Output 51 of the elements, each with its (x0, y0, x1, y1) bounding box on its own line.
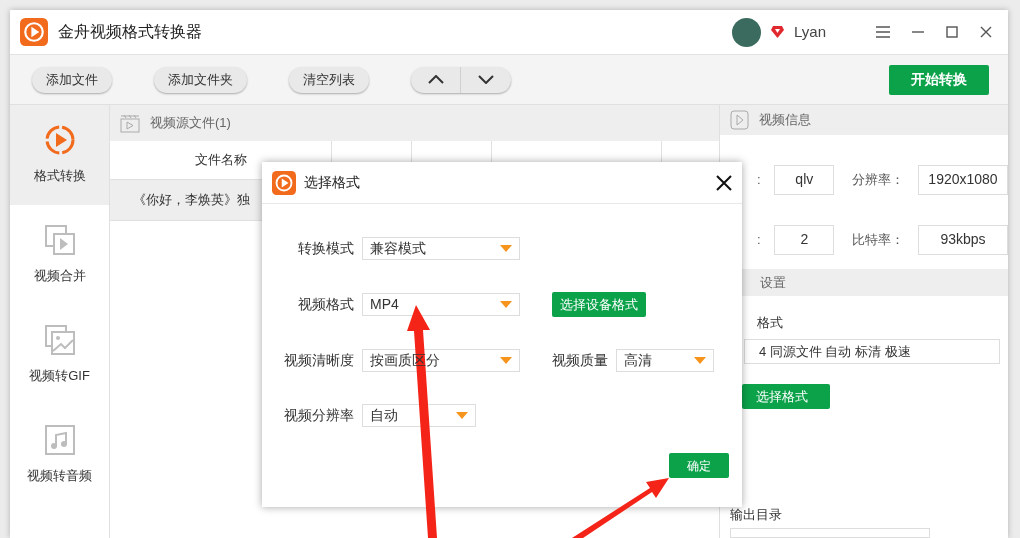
info-label: 分辨率： (852, 171, 906, 190)
dropdown-caret-icon (500, 301, 512, 308)
chevron-up-icon (427, 75, 444, 84)
toolbar-button[interactable]: 添加文件夹 (154, 66, 247, 93)
window-title: 金舟视频格式转换器 (58, 22, 202, 42)
info-label: : (757, 231, 762, 250)
info-label: : (757, 171, 762, 190)
field-label: 转换模式 (297, 239, 354, 258)
panel-title: 设置 (760, 273, 786, 292)
play-square-icon (730, 109, 749, 130)
format-field: 4 同源文件 自动 标清 极速 (744, 338, 1000, 365)
dropdown-select[interactable]: MP4 (362, 293, 520, 316)
user-name[interactable]: Lyan (794, 20, 826, 44)
info-value-field: 93kbps (918, 224, 1008, 255)
app-logo-icon (272, 170, 296, 195)
info-value-field: 1920x1080 (918, 164, 1008, 195)
field-label: 输出目录 (729, 506, 783, 525)
music-note-icon (43, 424, 76, 457)
menu-icon[interactable] (876, 26, 890, 38)
sidebar-item[interactable]: 格式转换 (10, 105, 109, 205)
panel-title: 视频源文件(1) (150, 114, 231, 133)
close-icon[interactable] (716, 174, 732, 191)
overlapping-frames-icon (43, 224, 76, 257)
avatar[interactable] (732, 17, 761, 47)
dropdown-select[interactable]: 高清 (616, 349, 714, 372)
close-icon[interactable] (980, 26, 992, 38)
field-label: 视频质量 (552, 351, 608, 370)
info-label: 比特率： (852, 231, 906, 250)
chevron-down-icon (478, 75, 494, 84)
field-label: 视频分辨率 (283, 406, 354, 425)
dropdown-select[interactable]: 兼容模式 (362, 237, 520, 260)
field-label: 视频清晰度 (283, 351, 354, 370)
info-value-field: qlv (774, 164, 835, 195)
dropdown-caret-icon (694, 357, 706, 364)
field-label: 格式 (756, 314, 784, 333)
panel-title: 视频信息 (759, 111, 811, 130)
info-value-field: 2 (774, 224, 835, 255)
image-icon (43, 324, 76, 357)
field-label: 视频格式 (297, 295, 354, 314)
maximize-icon[interactable] (946, 26, 958, 38)
dropdown-caret-icon (500, 245, 512, 252)
toolbar-button[interactable]: 清空列表 (289, 66, 369, 93)
clapperboard-icon (120, 113, 140, 133)
play-circle-icon (43, 124, 76, 157)
dropdown-select[interactable]: 自动 (362, 404, 476, 427)
dropdown-caret-icon (500, 357, 512, 364)
gem-icon (771, 26, 784, 38)
app-logo-icon (20, 18, 48, 46)
dropdown-caret-icon (456, 412, 468, 419)
output-dir-field[interactable] (730, 527, 930, 538)
toolbar-button[interactable]: 添加文件 (32, 66, 112, 93)
